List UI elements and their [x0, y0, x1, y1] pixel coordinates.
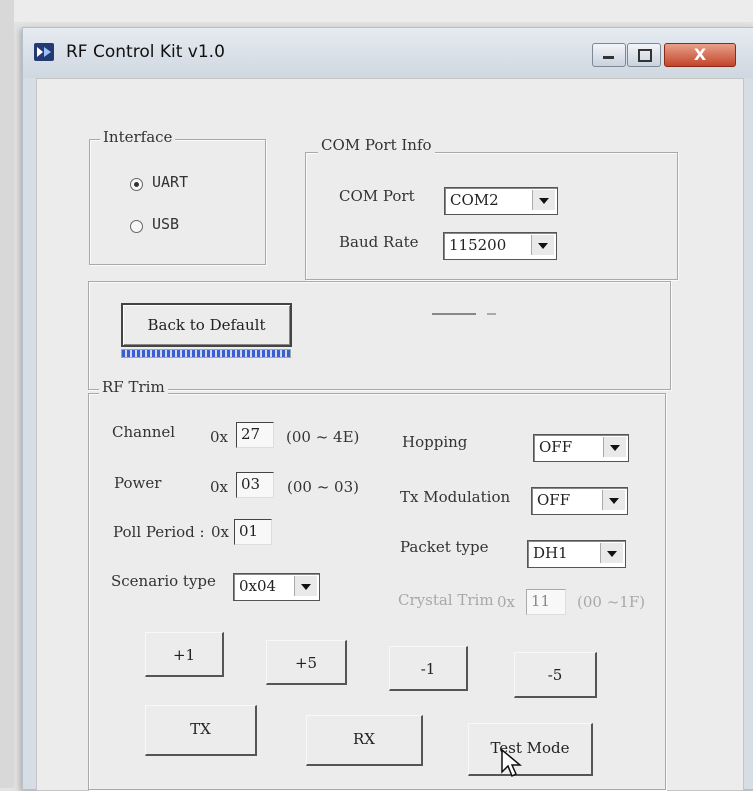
scenario-type-select[interactable]: 0x04	[233, 573, 320, 601]
minus-one-label: -1	[420, 660, 436, 678]
back-to-default-button[interactable]: Back to Default	[121, 303, 292, 347]
hopping-label: Hopping	[402, 433, 468, 451]
baud-rate-label: Baud Rate	[339, 233, 419, 251]
desktop-background-top	[0, 0, 753, 22]
plus-one-button[interactable]: +1	[145, 632, 224, 677]
window-title: RF Control Kit v1.0	[66, 42, 225, 62]
mouse-pointer-icon	[501, 748, 522, 778]
chevron-down-icon[interactable]	[532, 190, 555, 210]
channel-value: 27	[241, 425, 261, 443]
channel-prefix: 0x	[210, 428, 229, 446]
poll-period-prefix: 0x	[211, 523, 230, 541]
tx-label: TX	[190, 720, 211, 738]
power-label: Power	[114, 474, 162, 492]
maximize-button[interactable]	[627, 43, 661, 67]
interface-legend: Interface	[100, 128, 176, 146]
usb-radio[interactable]	[130, 220, 143, 233]
crystal-trim-label: Crystal Trim	[398, 591, 494, 609]
packet-type-label: Packet type	[400, 538, 489, 556]
poll-period-value: 01	[239, 522, 259, 540]
scenario-type-value: 0x04	[239, 577, 277, 595]
progress-bar	[121, 349, 291, 358]
com-port-info-group	[305, 152, 678, 280]
minus-one-button[interactable]: -1	[389, 646, 468, 691]
app-logo-icon	[34, 43, 54, 61]
hopping-select[interactable]: OFF	[533, 434, 629, 462]
plus-five-button[interactable]: +5	[266, 640, 347, 685]
back-to-default-label: Back to Default	[147, 316, 266, 334]
chevron-down-icon[interactable]	[531, 235, 554, 255]
crystal-trim-value: 11	[531, 592, 551, 610]
tx-button[interactable]: TX	[145, 705, 257, 756]
channel-range: (00 ~ 4E)	[286, 428, 360, 446]
chevron-down-icon[interactable]	[602, 490, 625, 510]
test-mode-button[interactable]: Test Mode	[468, 723, 593, 776]
channel-input[interactable]: 27	[236, 422, 274, 448]
chevron-down-icon[interactable]	[294, 576, 317, 596]
minimize-icon	[603, 56, 614, 59]
tx-modulation-label: Tx Modulation	[400, 488, 511, 506]
desktop-background-left	[0, 0, 14, 788]
baud-rate-value: 115200	[449, 236, 507, 254]
com-port-value: COM2	[450, 191, 499, 209]
hopping-value: OFF	[539, 438, 573, 456]
power-prefix: 0x	[210, 478, 229, 496]
packet-type-value: DH1	[533, 544, 568, 562]
poll-period-input[interactable]: 01	[234, 519, 272, 545]
channel-label: Channel	[112, 423, 176, 441]
minus-five-button[interactable]: -5	[514, 652, 597, 698]
power-input[interactable]: 03	[236, 472, 274, 498]
maximize-icon	[638, 49, 652, 62]
scenario-type-label: Scenario type	[111, 572, 216, 590]
crystal-trim-prefix: 0x	[497, 593, 516, 611]
power-range: (00 ~ 03)	[287, 478, 359, 496]
poll-period-label: Poll Period :	[113, 523, 205, 541]
minus-five-label: -5	[547, 666, 563, 684]
rx-button[interactable]: RX	[306, 715, 423, 766]
crystal-trim-range: (00 ~1F)	[577, 593, 646, 611]
chevron-down-icon[interactable]	[603, 437, 626, 457]
uart-radio[interactable]	[130, 178, 143, 191]
com-port-select[interactable]: COM2	[444, 187, 558, 215]
test-mode-label: Test Mode	[490, 739, 570, 757]
rf-trim-legend: RF Trim	[99, 378, 168, 396]
tx-modulation-value: OFF	[537, 491, 571, 509]
title-bar[interactable]: RF Control Kit v1.0 X	[23, 28, 753, 78]
com-port-label: COM Port	[339, 187, 415, 205]
com-port-info-legend: COM Port Info	[318, 136, 435, 154]
packet-type-select[interactable]: DH1	[527, 540, 626, 568]
minimize-button[interactable]	[592, 43, 626, 67]
crystal-trim-input: 11	[526, 589, 566, 615]
status-indicator	[432, 313, 476, 315]
power-value: 03	[241, 475, 261, 493]
uart-label[interactable]: UART	[152, 173, 188, 191]
tx-modulation-select[interactable]: OFF	[531, 487, 628, 515]
status-indicator-tail	[487, 313, 496, 315]
interface-group	[89, 139, 266, 265]
plus-one-label: +1	[172, 646, 196, 664]
plus-five-label: +5	[294, 654, 318, 672]
close-icon: X	[693, 45, 707, 64]
chevron-down-icon[interactable]	[600, 543, 623, 563]
usb-label[interactable]: USB	[152, 215, 179, 233]
baud-rate-select[interactable]: 115200	[443, 232, 557, 260]
close-button[interactable]: X	[664, 43, 736, 67]
rx-label: RX	[353, 730, 375, 748]
